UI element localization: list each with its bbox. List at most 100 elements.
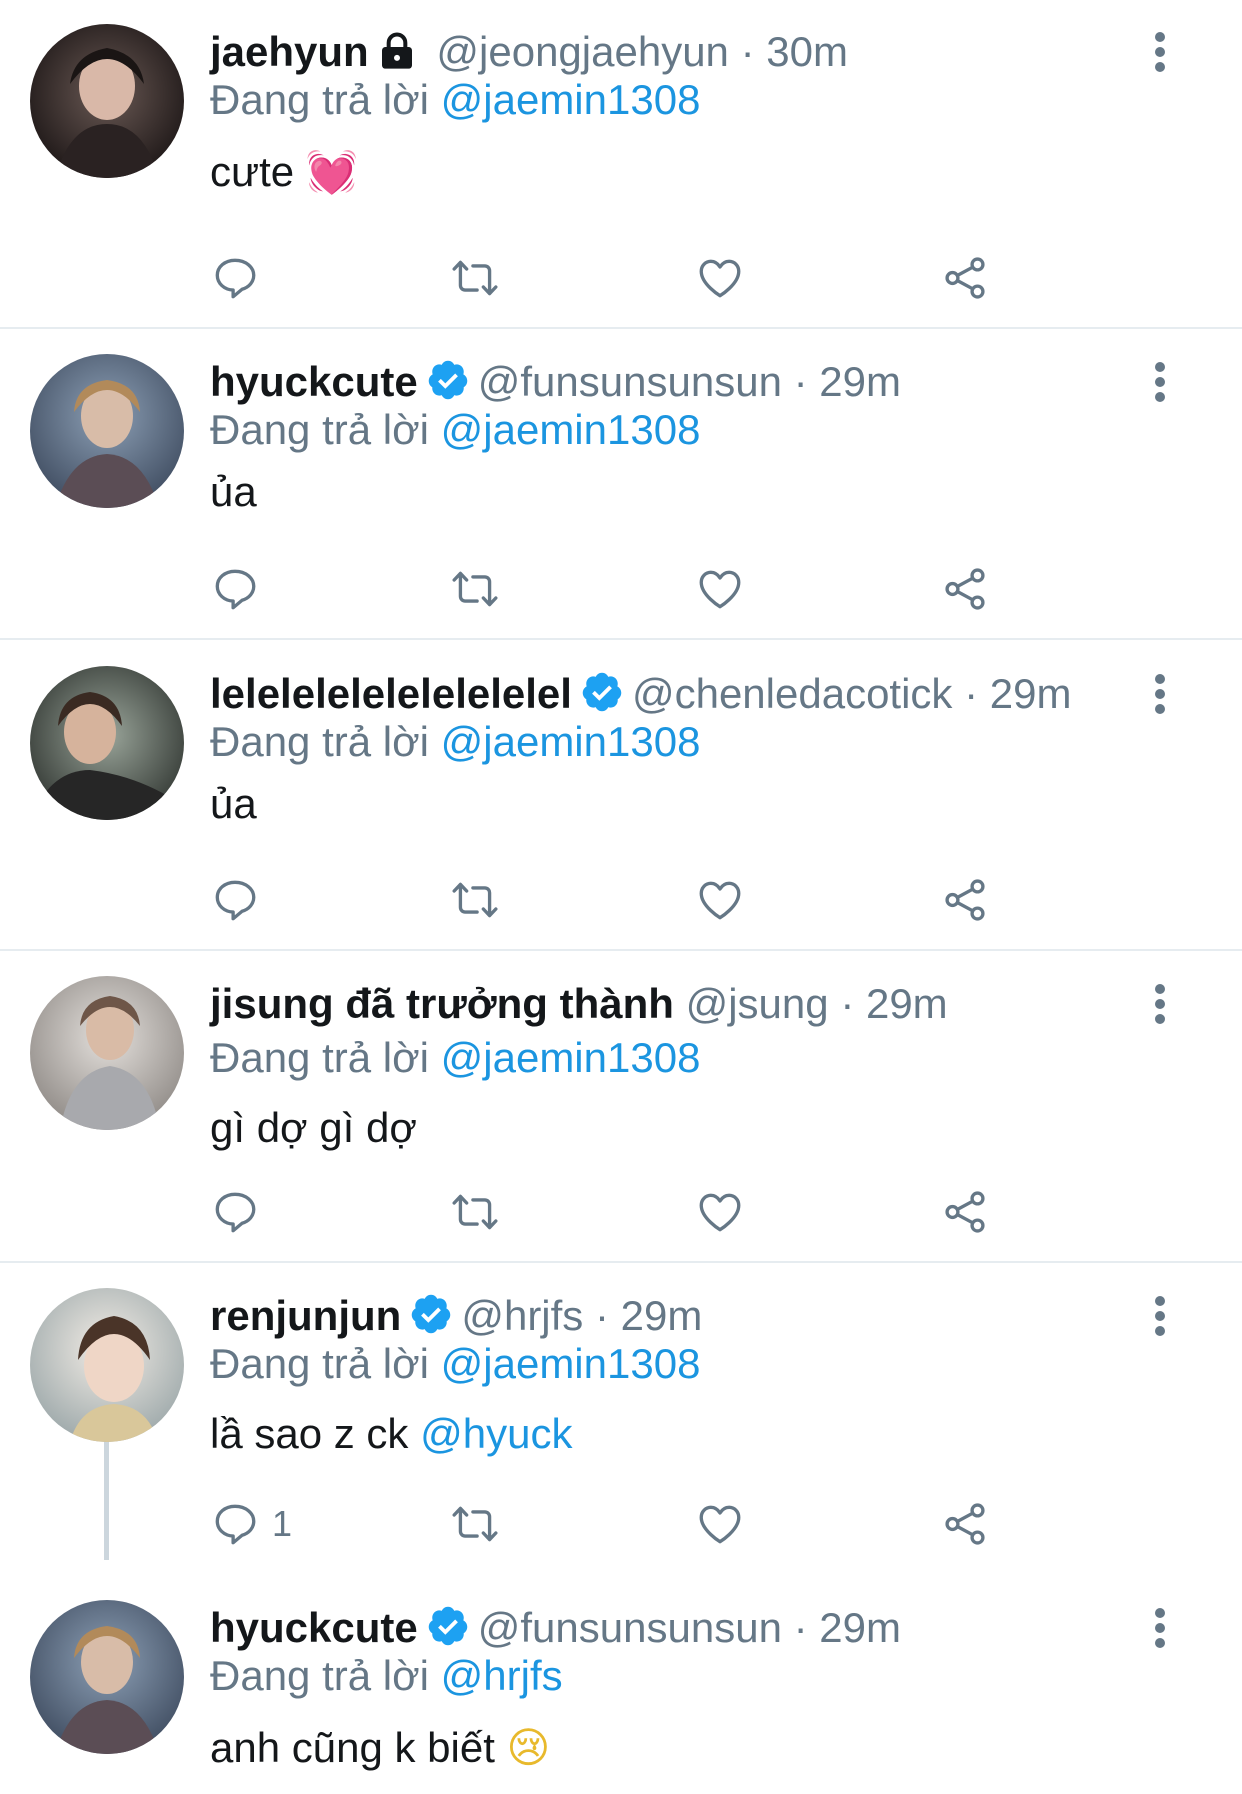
- tweet-header: jaehyun @jeongjaehyun · 30m: [210, 26, 848, 78]
- heart-icon: [695, 1187, 745, 1237]
- tweet-actions: [210, 1182, 1010, 1242]
- display-name[interactable]: jisung đã trưởng thành: [210, 980, 674, 1027]
- timestamp: · 29m: [594, 1292, 703, 1339]
- reply-button[interactable]: [210, 1182, 272, 1242]
- user-handle[interactable]: @jeongjaehyun: [436, 28, 729, 75]
- tweet-actions: [210, 870, 1010, 930]
- reply-mention-link[interactable]: @jaemin1308: [441, 718, 701, 765]
- replying-to: Đang trả lời @jaemin1308: [210, 1338, 700, 1390]
- share-button[interactable]: [940, 248, 990, 308]
- reply-mention-link[interactable]: @hrjfs: [441, 1652, 563, 1699]
- tweet-header: hyuckcute @funsunsunsun · 29m: [210, 1602, 901, 1654]
- reply-count: 1: [272, 1503, 293, 1544]
- retweet-button[interactable]: [450, 1494, 500, 1554]
- tweet-body: gì dợ gì dợ: [210, 1104, 417, 1151]
- reply-mention-link[interactable]: @jaemin1308: [441, 76, 701, 123]
- like-button[interactable]: [695, 248, 745, 308]
- user-handle[interactable]: @jsung: [686, 980, 829, 1027]
- reply-icon: [210, 253, 260, 303]
- reply-button[interactable]: 1: [210, 1494, 292, 1554]
- more-options-icon[interactable]: [1148, 1608, 1172, 1656]
- tweet-text: lầ sao z ck @hyuck: [210, 1408, 572, 1460]
- retweet-button[interactable]: [450, 559, 500, 619]
- retweet-icon: [450, 253, 500, 303]
- tweet-header: lelelelelelelelelelel @chenledacotick · 2…: [210, 668, 1071, 720]
- display-name[interactable]: hyuckcute: [210, 358, 418, 405]
- tweet-text: gì dợ gì dợ: [210, 1102, 417, 1154]
- display-name[interactable]: jaehyun: [210, 28, 369, 75]
- tweet-actions: [210, 248, 1010, 308]
- display-name[interactable]: hyuckcute: [210, 1604, 418, 1651]
- reply-icon: [210, 1499, 260, 1549]
- heart-icon: [695, 564, 745, 614]
- display-name[interactable]: lelelelelelelelelelel: [210, 670, 572, 717]
- more-options-icon[interactable]: [1148, 32, 1172, 80]
- reply-button[interactable]: [210, 559, 272, 619]
- share-button[interactable]: [940, 1182, 990, 1242]
- divider: [0, 1261, 1242, 1263]
- user-handle[interactable]: @funsunsunsun: [478, 1604, 782, 1651]
- more-options-icon[interactable]: [1148, 674, 1172, 722]
- share-button[interactable]: [940, 559, 990, 619]
- reply-mention-link[interactable]: @jaemin1308: [441, 406, 701, 453]
- retweet-icon: [450, 1187, 500, 1237]
- retweet-button[interactable]: [450, 248, 500, 308]
- tweet-text: anh cũng k biết 😢: [210, 1722, 550, 1774]
- like-button[interactable]: [695, 1182, 745, 1242]
- avatar[interactable]: [30, 976, 184, 1130]
- divider: [0, 949, 1242, 951]
- like-button[interactable]: [695, 1494, 745, 1554]
- tweet-body: ủa: [210, 780, 257, 827]
- tweet-text: cưte 💓: [210, 146, 358, 198]
- reply-button[interactable]: [210, 248, 272, 308]
- crying-emoji: 😢: [506, 1723, 551, 1772]
- more-options-icon[interactable]: [1148, 1296, 1172, 1344]
- timestamp: · 29m: [793, 1604, 901, 1651]
- tweet-actions: 1: [210, 1494, 1010, 1554]
- share-button[interactable]: [940, 870, 990, 930]
- more-options-icon[interactable]: [1148, 362, 1172, 410]
- user-handle[interactable]: @hrjfs: [461, 1292, 583, 1339]
- heart-icon: [695, 1499, 745, 1549]
- like-button[interactable]: [695, 870, 745, 930]
- user-handle[interactable]: @chenledacotick: [632, 670, 952, 717]
- tweet-text: ủa: [210, 778, 257, 830]
- retweet-icon: [450, 1499, 500, 1549]
- retweet-icon: [450, 875, 500, 925]
- timestamp: · 29m: [964, 670, 1072, 717]
- reply-mention-link[interactable]: @jaemin1308: [441, 1034, 701, 1081]
- avatar[interactable]: [30, 1288, 184, 1442]
- replying-to: Đang trả lời @hrjfs: [210, 1650, 563, 1702]
- more-options-icon[interactable]: [1148, 984, 1172, 1032]
- like-button[interactable]: [695, 559, 745, 619]
- share-icon: [940, 875, 990, 925]
- replying-to: Đang trả lời @jaemin1308: [210, 1032, 700, 1084]
- timestamp: · 29m: [840, 980, 948, 1027]
- timestamp: · 29m: [793, 358, 901, 405]
- share-button[interactable]: [940, 1494, 990, 1554]
- heart-emoji: 💓: [305, 147, 359, 196]
- reply-prefix: Đang trả lời: [210, 76, 429, 123]
- retweet-button[interactable]: [450, 1182, 500, 1242]
- tweet-actions: [210, 559, 1010, 619]
- avatar[interactable]: [30, 24, 184, 178]
- avatar[interactable]: [30, 1600, 184, 1754]
- replying-to: Đang trả lời @jaemin1308: [210, 74, 700, 126]
- reply-mention-link[interactable]: @jaemin1308: [441, 1340, 701, 1387]
- timestamp: · 30m: [740, 28, 848, 75]
- share-icon: [940, 253, 990, 303]
- heart-icon: [695, 253, 745, 303]
- reply-icon: [210, 875, 260, 925]
- reply-button[interactable]: [210, 870, 272, 930]
- user-handle[interactable]: @funsunsunsun: [478, 358, 782, 405]
- display-name[interactable]: renjunjun: [210, 1292, 401, 1339]
- divider: [0, 638, 1242, 640]
- avatar[interactable]: [30, 354, 184, 508]
- reply-prefix: Đang trả lời: [210, 1652, 429, 1699]
- tweet-header: jisung đã trưởng thành @jsung · 29m: [210, 978, 948, 1030]
- retweet-button[interactable]: [450, 870, 500, 930]
- avatar[interactable]: [30, 666, 184, 820]
- reply-prefix: Đang trả lời: [210, 1340, 429, 1387]
- tweet-text: ủa: [210, 466, 257, 518]
- text-mention-link[interactable]: @hyuck: [420, 1410, 572, 1457]
